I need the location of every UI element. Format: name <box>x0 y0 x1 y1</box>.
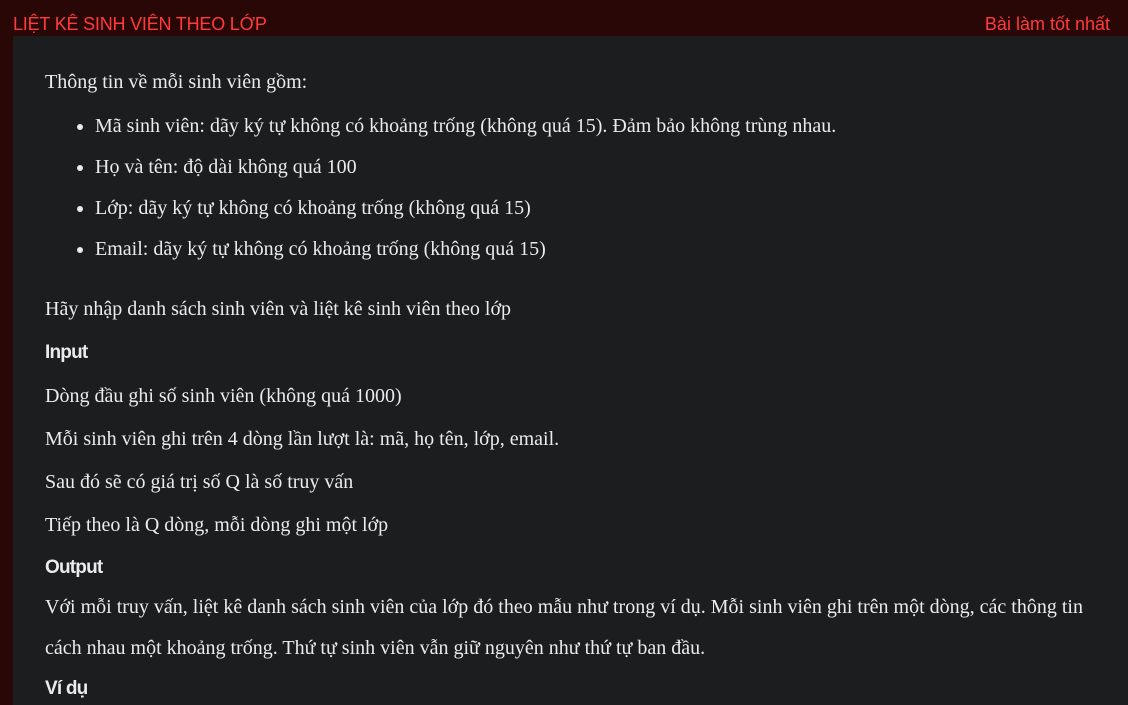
output-heading: Output <box>45 557 103 578</box>
list-item: Họ và tên: độ dài không quá 100 <box>95 155 1105 179</box>
best-submission-link[interactable]: Bài làm tốt nhất <box>985 14 1110 35</box>
intro-text: Thông tin về mỗi sinh viên gồm: <box>45 71 308 93</box>
field-list: Mã sinh viên: dãy ký tự không có khoảng … <box>45 114 1105 261</box>
input-line: Dòng đầu ghi số sinh viên (không quá 100… <box>45 385 402 407</box>
input-heading: Input <box>45 342 88 363</box>
input-line: Tiếp theo là Q dòng, mỗi dòng ghi một lớ… <box>45 514 389 536</box>
input-line: Sau đó sẽ có giá trị số Q là số truy vấn <box>45 471 354 493</box>
example-heading: Ví dụ <box>45 678 88 699</box>
problem-title: LIỆT KÊ SINH VIÊN THEO LỚP <box>13 14 267 34</box>
problem-panel: Thông tin về mỗi sinh viên gồm: Mã sinh … <box>13 36 1128 705</box>
task-text: Hãy nhập danh sách sinh viên và liệt kê … <box>45 298 512 320</box>
top-bar: LIỆT KÊ SINH VIÊN THEO LỚP Bài làm tốt n… <box>0 0 1128 36</box>
list-item: Mã sinh viên: dãy ký tự không có khoảng … <box>95 114 1105 138</box>
list-item: Lớp: dãy ký tự không có khoảng trống (kh… <box>95 196 1105 220</box>
problem-statement: Thông tin về mỗi sinh viên gồm: Mã sinh … <box>45 70 1105 701</box>
list-item: Email: dãy ký tự không có khoảng trống (… <box>95 237 1105 261</box>
input-line: Mỗi sinh viên ghi trên 4 dòng lần lượt l… <box>45 428 560 450</box>
output-text: Với mỗi truy vấn, liệt kê danh sách sinh… <box>45 596 1083 659</box>
